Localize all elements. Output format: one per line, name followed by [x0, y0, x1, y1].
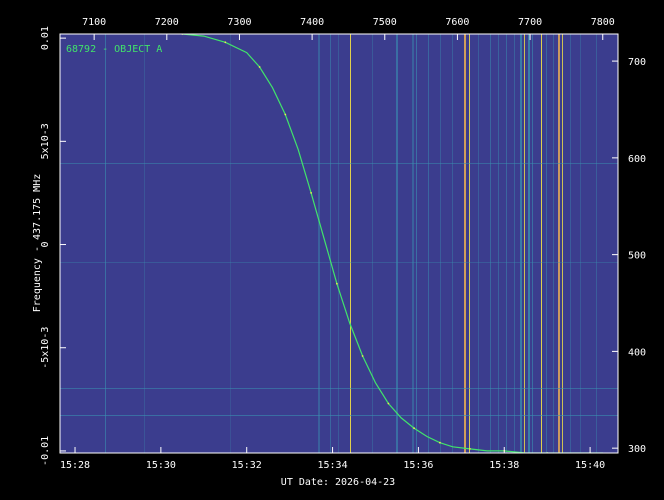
rfi-column: [498, 34, 499, 453]
rfi-column: [440, 34, 441, 453]
rfi-column: [514, 34, 515, 453]
x-top-tick-label: 7500: [373, 17, 397, 28]
rfi-column: [596, 34, 597, 453]
rfi-column: [469, 34, 470, 453]
rfi-column: [452, 34, 453, 453]
x-bottom-tick-label: 15:28: [60, 460, 90, 471]
y-right-tick-label: 400: [628, 347, 646, 358]
signal-point: [413, 427, 415, 430]
x-bottom-tick-label: 15:40: [575, 460, 605, 471]
rfi-column: [532, 34, 533, 453]
rfi-column: [528, 34, 530, 453]
rfi-row: [60, 415, 618, 416]
rfi-column: [412, 34, 414, 453]
y-left-tick-label: 0.01: [40, 26, 51, 50]
rfi-column: [562, 34, 563, 453]
rfi-column: [416, 34, 417, 453]
signal-point: [469, 448, 471, 450]
rfi-column: [490, 34, 491, 453]
rfi-column: [372, 34, 373, 453]
rfi-column: [558, 34, 560, 453]
x-bottom-tick-label: 15:30: [146, 460, 176, 471]
y-axis-label: Frequency - 437.175 MHz: [32, 174, 43, 312]
x-top-tick-label: 7200: [155, 17, 179, 28]
x-top-tick-label: 7700: [518, 17, 542, 28]
y-left-tick-label: 5x10-3: [40, 123, 51, 159]
y-right-tick-label: 700: [628, 57, 646, 68]
rfi-column: [330, 34, 331, 453]
rfi-column: [464, 34, 466, 453]
rfi-column: [396, 34, 398, 453]
rfi-column: [350, 34, 351, 453]
signal-point: [310, 192, 312, 194]
rfi-column: [506, 34, 507, 453]
signal-point: [439, 441, 441, 444]
x-axis-label: UT Date: 2026-04-23: [281, 477, 395, 488]
rfi-column: [553, 34, 554, 453]
rfi-column: [105, 34, 106, 453]
signal-point: [387, 402, 390, 405]
y-right-tick-label: 500: [628, 251, 646, 262]
x-top-tick-label: 7300: [227, 17, 251, 28]
rfi-column: [230, 34, 231, 453]
x-bottom-tick-label: 15:38: [489, 460, 519, 471]
y-right-tick-label: 300: [628, 444, 646, 455]
rfi-column: [580, 34, 581, 453]
signal-point: [224, 41, 227, 44]
rfi-column: [570, 34, 571, 453]
x-top-tick-label: 7400: [300, 17, 324, 28]
rfi-column: [428, 34, 429, 453]
signal-point: [336, 282, 338, 285]
rfi-column: [144, 34, 145, 453]
x-bottom-tick-label: 15:32: [232, 460, 262, 471]
rfi-row: [60, 163, 618, 164]
y-right-tick-label: 600: [628, 154, 646, 165]
y-left-tick-label: -0.01: [40, 436, 51, 466]
x-bottom-tick-label: 15:36: [403, 460, 433, 471]
rfi-column: [338, 34, 339, 453]
rfi-row: [60, 388, 618, 389]
x-top-tick-label: 7600: [445, 17, 469, 28]
x-top-tick-label: 7100: [82, 17, 106, 28]
rfi-column: [541, 34, 542, 453]
rfi-row: [60, 262, 618, 263]
rfi-column: [546, 34, 547, 453]
rfi-column: [524, 34, 525, 453]
x-top-tick-label: 7800: [591, 17, 615, 28]
rfi-column: [318, 34, 320, 453]
x-bottom-tick-label: 15:34: [318, 460, 348, 471]
signal-point: [258, 66, 261, 68]
rfi-column: [478, 34, 479, 453]
y-left-tick-label: -5x10-3: [40, 327, 51, 369]
spectrogram-chart: 15:28 15:30 15:32 15:34 15:36 15:38 15:40 7100 7…: [0, 0, 664, 500]
rfi-column: [520, 34, 522, 453]
signal-point: [361, 355, 364, 357]
object-annotation: 68792 - OBJECT A: [66, 44, 162, 55]
signal-point: [284, 113, 287, 116]
